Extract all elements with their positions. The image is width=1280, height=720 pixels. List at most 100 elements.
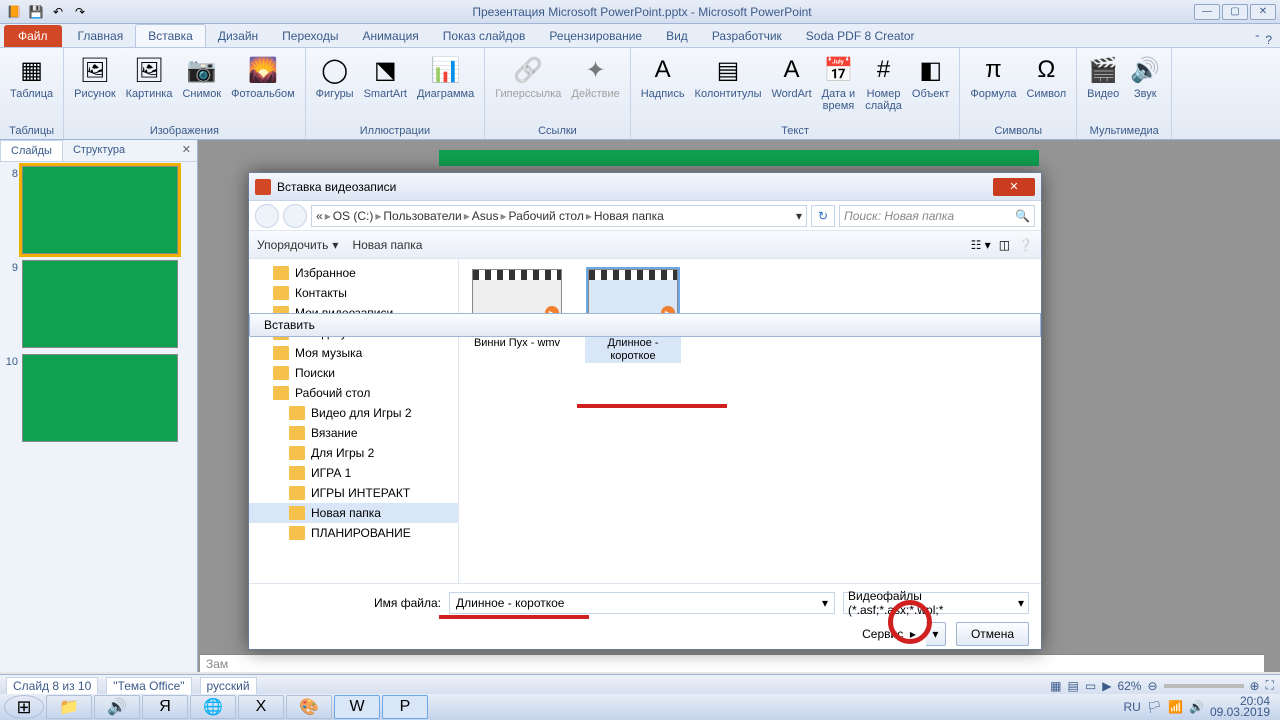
tree-item[interactable]: Поиски	[249, 363, 458, 383]
minimize-ribbon-icon[interactable]: ˆ	[1255, 33, 1259, 47]
file-type-combo[interactable]: Видеофайлы (*.asf;*.asx;*.wpl;*▾	[843, 592, 1029, 614]
dialog-help-icon[interactable]: ❔	[1018, 238, 1033, 252]
notes-pane[interactable]: Зам	[200, 654, 1264, 672]
close-pane-icon[interactable]: ✕	[176, 140, 197, 161]
redo-icon[interactable]: ↷	[70, 3, 90, 21]
ribbon-button[interactable]: #Номер слайда	[861, 52, 906, 114]
file-list[interactable]: ▶Винни Пух - wmv▶Длинное - короткое	[459, 259, 1041, 583]
tray-volume-icon[interactable]: 🔊	[1189, 700, 1204, 714]
view-sorter-icon[interactable]: ▤	[1068, 679, 1079, 693]
insert-button[interactable]: Вставить	[249, 313, 1041, 337]
new-folder-button[interactable]: Новая папка	[352, 238, 422, 252]
nav-forward-button[interactable]	[283, 204, 307, 228]
ribbon-button[interactable]: ⬔SmartArt	[360, 52, 411, 102]
ribbon-tab[interactable]: Рецензирование	[537, 25, 654, 47]
ribbon-button[interactable]: πФормула	[966, 52, 1020, 102]
ribbon-tab[interactable]: Soda PDF 8 Creator	[794, 25, 927, 47]
ribbon-button[interactable]: ▤Колонтитулы	[691, 52, 766, 102]
ribbon-button[interactable]: 📊Диаграмма	[413, 52, 478, 102]
insert-split-button[interactable]: Вставить ▾	[926, 622, 946, 646]
breadcrumb[interactable]: «▸OS (C:)▸Пользователи▸Asus▸Рабочий стол…	[311, 205, 807, 227]
view-normal-icon[interactable]: ▦	[1050, 679, 1061, 693]
tab-outline[interactable]: Структура	[63, 140, 135, 161]
organize-menu[interactable]: Упорядочить▾	[257, 238, 338, 252]
breadcrumb-segment[interactable]: Новая папка	[594, 209, 664, 223]
tree-item[interactable]: Для Игры 2	[249, 443, 458, 463]
ribbon-tab[interactable]: Вставка	[135, 24, 206, 47]
close-button[interactable]: ✕	[1250, 4, 1276, 20]
help-icon[interactable]: ?	[1265, 33, 1272, 47]
taskbar-media[interactable]: 🔊	[94, 695, 140, 719]
ribbon-button[interactable]: ◧Объект	[908, 52, 953, 102]
tab-slides[interactable]: Слайды	[0, 140, 63, 161]
ribbon-tab[interactable]: Главная	[66, 25, 136, 47]
fit-icon[interactable]: ⛶	[1266, 678, 1274, 693]
dialog-close-button[interactable]: ✕	[993, 178, 1035, 196]
ribbon-button[interactable]: AWordArt	[768, 52, 816, 102]
tree-item[interactable]: Избранное	[249, 263, 458, 283]
zoom-slider[interactable]	[1164, 684, 1244, 688]
tree-item[interactable]: Новая папка	[249, 503, 458, 523]
tree-item[interactable]: ИГРЫ ИНТЕРАКТ	[249, 483, 458, 503]
ribbon-tab[interactable]: Вид	[654, 25, 700, 47]
zoom-out-icon[interactable]: ⊖	[1147, 679, 1157, 693]
view-slideshow-icon[interactable]: ▶	[1102, 679, 1111, 693]
minimize-button[interactable]: ―	[1194, 4, 1220, 20]
ribbon-tab[interactable]: Анимация	[350, 25, 430, 47]
breadcrumb-segment[interactable]: OS (C:)	[333, 209, 374, 223]
file-tab[interactable]: Файл	[4, 25, 62, 47]
start-button[interactable]: ⊞	[4, 695, 44, 719]
undo-icon[interactable]: ↶	[48, 3, 68, 21]
insert-dropdown[interactable]: ▾	[926, 622, 946, 646]
tree-item[interactable]: Моя музыка	[249, 343, 458, 363]
folder-tree[interactable]: ИзбранноеКонтактыМои видеозаписиМои доку…	[249, 259, 459, 583]
app-icon[interactable]: 📙	[4, 3, 24, 21]
ribbon-button[interactable]: ◯Фигуры	[312, 52, 358, 102]
ribbon-tab[interactable]: Показ слайдов	[431, 25, 538, 47]
tray-clock[interactable]: 20:04 09.03.2019	[1210, 696, 1270, 718]
tray-lang[interactable]: RU	[1123, 700, 1140, 714]
ribbon-button[interactable]: 🎬Видео	[1083, 52, 1123, 102]
refresh-button[interactable]: ↻	[811, 205, 835, 227]
ribbon-button[interactable]: AНадпись	[637, 52, 689, 102]
taskbar-excel[interactable]: X	[238, 695, 284, 719]
taskbar-paint[interactable]: 🎨	[286, 695, 332, 719]
cancel-button[interactable]: Отмена	[956, 622, 1029, 646]
tree-item[interactable]: Контакты	[249, 283, 458, 303]
ribbon-button[interactable]: 📷Снимок	[178, 52, 225, 102]
taskbar-powerpoint[interactable]: P	[382, 695, 428, 719]
breadcrumb-segment[interactable]: Пользователи	[383, 209, 461, 223]
tree-item[interactable]: ПЛАНИРОВАНИЕ	[249, 523, 458, 543]
file-item[interactable]: ▶Винни Пух - wmv	[469, 269, 565, 350]
status-language[interactable]: русский	[200, 677, 257, 695]
view-mode-button[interactable]: ☷ ▾	[971, 238, 991, 252]
slide-thumbnail[interactable]: 8	[4, 166, 193, 254]
ribbon-button[interactable]: 🔊Звук	[1125, 52, 1165, 102]
ribbon-tab[interactable]: Переходы	[270, 25, 350, 47]
search-icon[interactable]: 🔍	[1015, 209, 1030, 223]
breadcrumb-segment[interactable]: Рабочий стол	[509, 209, 584, 223]
ribbon-button[interactable]: 🖼Рисунок	[70, 52, 120, 102]
nav-back-button[interactable]	[255, 204, 279, 228]
breadcrumb-segment[interactable]: «	[316, 209, 323, 223]
maximize-button[interactable]: ▢	[1222, 4, 1248, 20]
filename-input[interactable]: Длинное - короткое▾	[449, 592, 835, 614]
ribbon-button[interactable]: 📅Дата и время	[818, 52, 860, 114]
taskbar-chrome[interactable]: 🌐	[190, 695, 236, 719]
zoom-level[interactable]: 62%	[1117, 679, 1141, 693]
tools-menu[interactable]: Сервис ▸	[862, 627, 916, 641]
search-input[interactable]: Поиск: Новая папка 🔍	[839, 205, 1035, 227]
save-icon[interactable]: 💾	[26, 3, 46, 21]
ribbon-tab[interactable]: Разработчик	[700, 25, 794, 47]
ribbon-button[interactable]: ΩСимвол	[1022, 52, 1070, 102]
tray-flag-icon[interactable]: 🏳	[1147, 700, 1162, 714]
ribbon-button[interactable]: ▦Таблица	[6, 52, 57, 102]
slide-thumbnail[interactable]: 9	[4, 260, 193, 348]
taskbar-yandex[interactable]: Я	[142, 695, 188, 719]
preview-pane-button[interactable]: ◫	[999, 238, 1010, 252]
tree-item[interactable]: Видео для Игры 2	[249, 403, 458, 423]
slide-thumbnail[interactable]: 10	[4, 354, 193, 442]
taskbar-explorer[interactable]: 📁	[46, 695, 92, 719]
zoom-in-icon[interactable]: ⊕	[1250, 679, 1260, 693]
breadcrumb-segment[interactable]: Asus	[472, 209, 499, 223]
